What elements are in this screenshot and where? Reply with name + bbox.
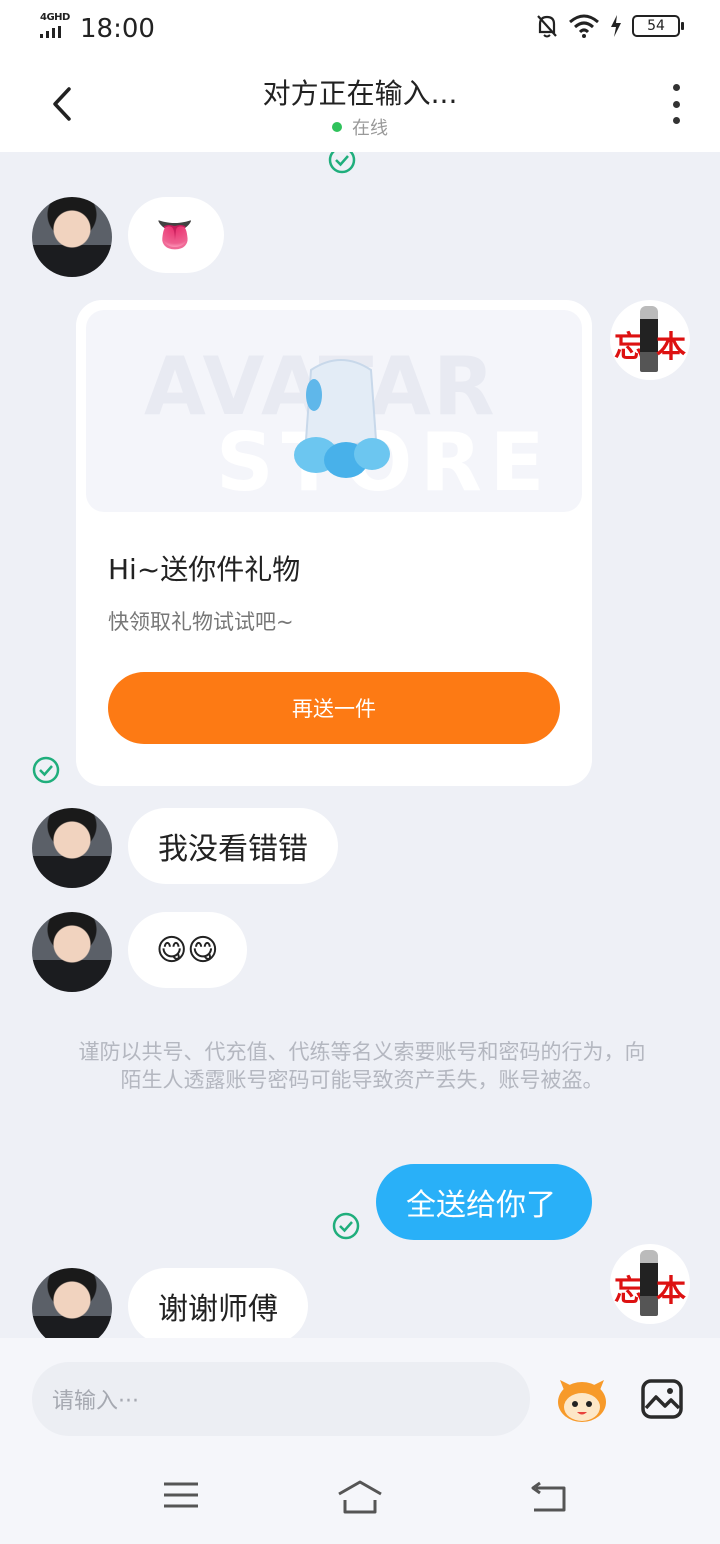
chat-header: 对方正在输入... 在线 bbox=[0, 58, 720, 152]
image-icon[interactable] bbox=[640, 1378, 684, 1420]
message-bubble[interactable]: 👅 bbox=[128, 197, 224, 273]
home-icon[interactable] bbox=[336, 1480, 384, 1516]
gift-card[interactable]: AVATAR STORE Hi~送你件礼物 快领取礼物试试吧~ 再送一件 bbox=[76, 300, 592, 786]
status-icons: 54 bbox=[536, 14, 684, 38]
message-input[interactable]: 请输入··· bbox=[32, 1362, 530, 1436]
security-warning: 谨防以共号、代充值、代练等名义索要账号和密码的行为，向陌生人透露账号密码可能导致… bbox=[78, 1040, 646, 1092]
clock: 18:00 bbox=[80, 14, 155, 44]
gift-title: Hi~送你件礼物 bbox=[108, 553, 301, 586]
check-icon bbox=[332, 1212, 360, 1240]
message-bubble[interactable]: 我没看错错 bbox=[128, 808, 338, 884]
battery-indicator: 54 bbox=[632, 15, 684, 37]
check-icon bbox=[32, 756, 60, 784]
avatar[interactable] bbox=[32, 1268, 112, 1338]
avatar[interactable] bbox=[32, 808, 112, 888]
mute-bell-icon bbox=[537, 15, 557, 38]
online-dot-icon bbox=[332, 122, 342, 132]
network-type: 4GHD bbox=[40, 12, 70, 23]
wifi-icon bbox=[569, 14, 599, 38]
check-icon bbox=[328, 152, 356, 174]
gift-subtitle: 快领取礼物试试吧~ bbox=[108, 610, 294, 634]
gift-image: AVATAR STORE bbox=[86, 310, 582, 512]
charging-icon bbox=[611, 15, 621, 37]
my-avatar[interactable]: 忘本 bbox=[610, 300, 690, 380]
gift-item-icon bbox=[294, 359, 390, 478]
more-icon bbox=[672, 84, 680, 91]
my-avatar[interactable]: 忘本 bbox=[610, 1244, 690, 1324]
message-bubble[interactable]: 谢谢师傅 bbox=[128, 1268, 308, 1338]
message-list[interactable]: 👅 忘本 AVATAR STORE Hi~送你件礼物 快领取礼物试试吧~ 再送一… bbox=[0, 152, 720, 1338]
avatar[interactable] bbox=[32, 197, 112, 277]
send-another-button[interactable]: 再送一件 bbox=[108, 672, 560, 744]
message-bubble[interactable]: 😋😋 bbox=[128, 912, 247, 988]
menu-icon[interactable] bbox=[162, 1480, 200, 1510]
signal-icon bbox=[40, 26, 61, 38]
more-button[interactable] bbox=[666, 84, 686, 124]
online-status-label: 在线 bbox=[352, 118, 388, 139]
emoji-icon[interactable] bbox=[554, 1376, 610, 1424]
avatar[interactable] bbox=[32, 912, 112, 992]
message-bubble-sent[interactable]: 全送给你了 bbox=[376, 1164, 592, 1240]
return-icon[interactable] bbox=[528, 1480, 568, 1514]
online-status: 在线 bbox=[0, 114, 720, 140]
page-title: 对方正在输入... bbox=[262, 77, 458, 110]
status-bar: 4GHD 18:00 54 bbox=[0, 0, 720, 58]
